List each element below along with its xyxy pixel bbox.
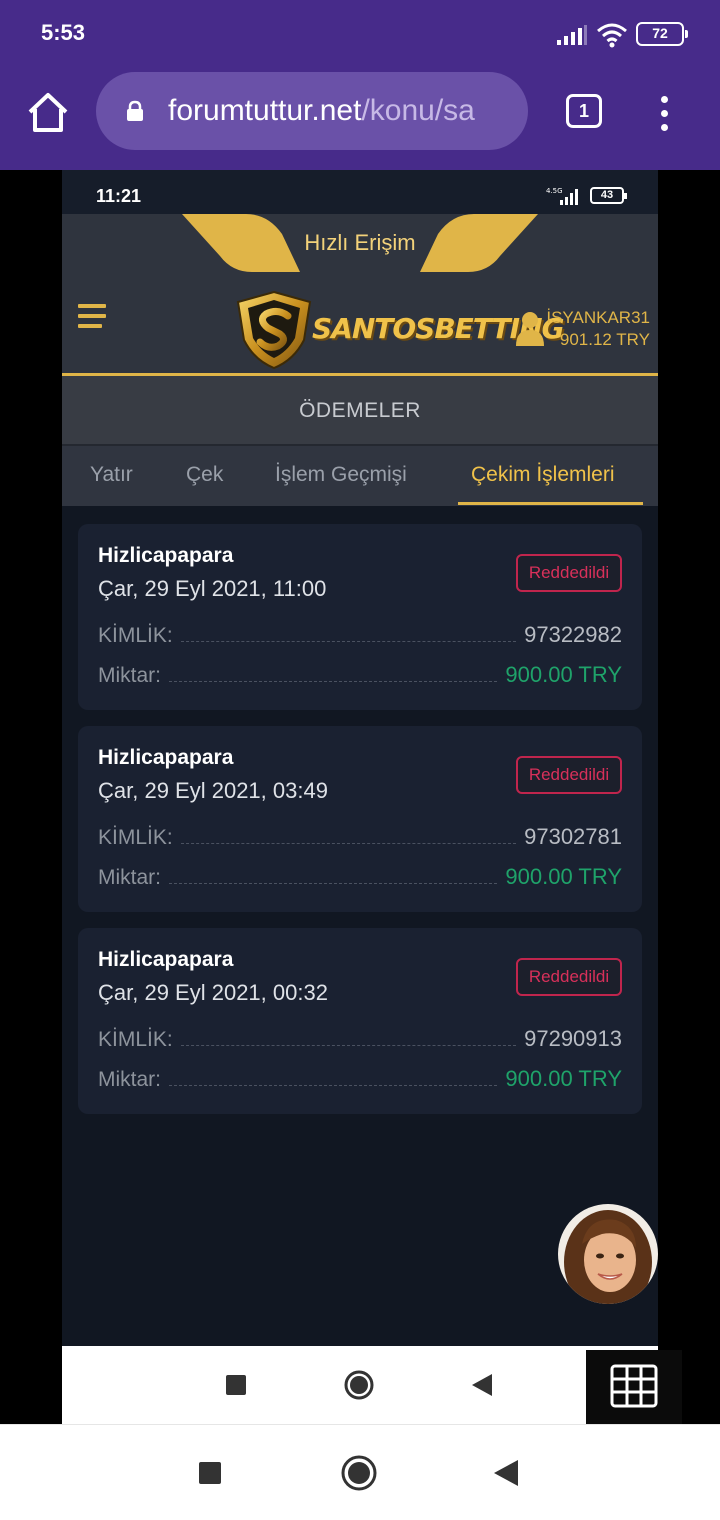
dotted-leader — [180, 843, 517, 844]
tab-withdraw[interactable]: Çek — [186, 446, 223, 506]
url-text[interactable]: forumtuttur.net/konu/sa — [168, 94, 514, 128]
amount-row: Miktar: 900.00 TRY — [98, 1062, 622, 1092]
triangle-back-icon[interactable] — [494, 1460, 518, 1486]
wifi-icon — [597, 23, 627, 48]
payment-method: Hizlicapapara — [98, 746, 234, 769]
status-badge: Reddedildi — [516, 756, 622, 794]
amount-label: Miktar: — [98, 1068, 161, 1091]
circle-home-icon[interactable] — [341, 1455, 377, 1491]
grid-keypad-icon[interactable] — [586, 1350, 682, 1424]
transaction-card[interactable]: Hizlicapapara Çar, 29 Eyl 2021, 00:32 Re… — [78, 928, 642, 1114]
id-label: KİMLİK: — [98, 1028, 173, 1051]
status-badge: Reddedildi — [516, 958, 622, 996]
transaction-amount: 900.00 TRY — [505, 662, 622, 687]
shield-logo-icon — [236, 290, 312, 370]
address-bar[interactable]: forumtuttur.net/konu/sa — [96, 72, 528, 150]
payment-method: Hizlicapapara — [98, 948, 234, 971]
transaction-date: Çar, 29 Eyl 2021, 11:00 — [98, 576, 327, 601]
transaction-id: 97322982 — [524, 622, 622, 647]
username[interactable]: İSYANKAR31 — [542, 308, 650, 328]
id-row: KİMLİK: 97322982 — [98, 618, 622, 648]
payment-method: Hizlicapapara — [98, 544, 234, 567]
signal-icon — [557, 25, 587, 45]
inner-battery-icon: 43 — [590, 187, 627, 204]
inner-battery-level: 43 — [600, 189, 614, 201]
amount-row: Miktar: 900.00 TRY — [98, 658, 622, 688]
lock-icon — [127, 100, 143, 121]
transaction-amount: 900.00 TRY — [505, 1066, 622, 1091]
circle-home-icon[interactable] — [344, 1370, 374, 1400]
battery-level: 72 — [652, 25, 668, 41]
url-path: /konu/sa — [361, 94, 475, 127]
amount-label: Miktar: — [98, 664, 161, 687]
id-label: KİMLİK: — [98, 624, 173, 647]
inner-navigation-bar — [62, 1346, 658, 1424]
dotted-leader — [169, 883, 498, 884]
grid-icon — [610, 1364, 658, 1408]
status-bar: 5:53 72 — [0, 0, 720, 70]
battery-icon: 72 — [636, 22, 688, 46]
transaction-date: Çar, 29 Eyl 2021, 03:49 — [98, 778, 328, 803]
active-tab-indicator — [458, 502, 643, 505]
tab-switcher-button[interactable]: 1 — [566, 94, 602, 128]
tab-transaction-history[interactable]: İşlem Geçmişi — [275, 446, 407, 506]
site-logo[interactable]: SANTOSBETTING — [232, 288, 564, 372]
payment-tabs: Yatır Çek İşlem Geçmişi Çekim İşlemleri — [62, 446, 658, 506]
transaction-card[interactable]: Hizlicapapara Çar, 29 Eyl 2021, 03:49 Re… — [78, 726, 642, 912]
transaction-id: 97290913 — [524, 1026, 622, 1051]
transaction-id: 97302781 — [524, 824, 622, 849]
network-type: 4.5G — [546, 187, 563, 195]
amount-label: Miktar: — [98, 866, 161, 889]
url-domain: forumtuttur.net — [168, 94, 362, 127]
live-support-avatar[interactable] — [558, 1204, 658, 1304]
inner-status-bar: 11:21 4.5G 43 — [62, 170, 658, 214]
system-navigation-bar — [0, 1424, 720, 1520]
transaction-amount: 900.00 TRY — [505, 864, 622, 889]
status-time: 5:53 — [41, 20, 86, 45]
transaction-date: Çar, 29 Eyl 2021, 00:32 — [98, 980, 328, 1005]
status-badge: Reddedildi — [516, 554, 622, 592]
user-icon[interactable] — [516, 310, 544, 346]
id-row: KİMLİK: 97302781 — [98, 820, 622, 850]
inner-status-time: 11:21 — [96, 186, 142, 206]
triangle-back-icon[interactable] — [472, 1374, 492, 1396]
inner-signal-icon: 4.5G — [546, 187, 578, 205]
tab-withdrawal-transactions[interactable]: Çekim İşlemleri — [471, 446, 615, 506]
hamburger-menu-icon[interactable] — [78, 304, 106, 332]
id-label: KİMLİK: — [98, 826, 173, 849]
more-vert-icon[interactable] — [652, 92, 676, 132]
home-icon[interactable] — [24, 90, 72, 134]
dotted-leader — [180, 641, 517, 642]
page-title: ÖDEMELER — [62, 376, 658, 446]
account-balance: 901.12 TRY — [559, 330, 650, 349]
id-row: KİMLİK: 97290913 — [98, 1022, 622, 1052]
dotted-leader — [169, 1085, 498, 1086]
quick-access-link[interactable]: Hızlı Erişim — [242, 230, 478, 256]
browser-chrome: 5:53 72 forumtuttur.net/konu/sa 1 — [0, 0, 720, 170]
transaction-card[interactable]: Hizlicapapara Çar, 29 Eyl 2021, 11:00 Re… — [78, 524, 642, 710]
dotted-leader — [169, 681, 498, 682]
embedded-screenshot: 11:21 4.5G 43 Hızlı Erişim SANTOSBETTING… — [62, 170, 658, 1346]
dotted-leader — [180, 1045, 517, 1046]
tab-deposit[interactable]: Yatır — [90, 446, 133, 506]
square-recents-icon[interactable] — [226, 1375, 246, 1395]
site-header: Hızlı Erişim SANTOSBETTING İSYANKAR31 90… — [62, 214, 658, 376]
amount-row: Miktar: 900.00 TRY — [98, 860, 622, 890]
square-recents-icon[interactable] — [199, 1462, 221, 1484]
